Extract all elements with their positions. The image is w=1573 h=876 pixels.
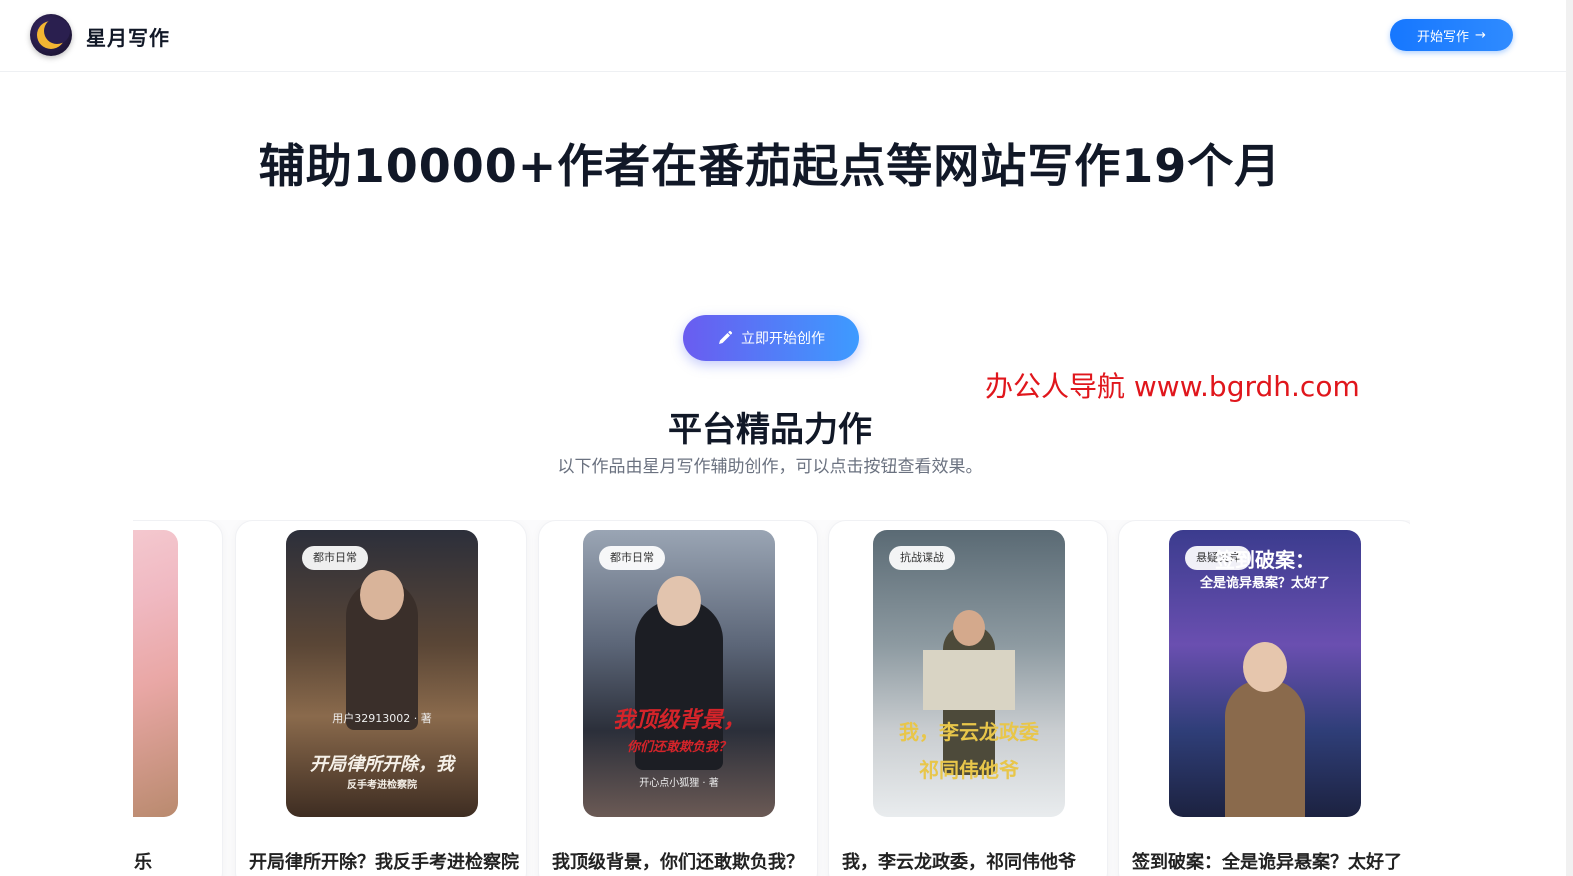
cover-subtitle: 祁同伟他爷	[919, 758, 1019, 782]
work-title: 我顶级背景，你们还敢欺负我？	[552, 852, 804, 873]
brand-logo-icon[interactable]	[30, 14, 72, 56]
cover-title: 我顶级背景，	[612, 708, 745, 733]
work-card[interactable]: 都市日常 我顶级背景， 你们还敢欺负我？ 开心点小狐狸 · 著 我顶级背景，你们…	[538, 520, 818, 876]
watermark-text: 办公人导航 www.bgrdh.com	[985, 370, 1360, 403]
start-writing-button[interactable]: 开始写作 →	[1390, 19, 1513, 51]
genre-tag: 都市日常	[302, 546, 368, 570]
work-title: 我，李云龙政委，祁同伟他爷	[842, 852, 1076, 873]
start-creating-label: 立即开始创作	[741, 331, 825, 347]
cover-title: 开局律所开除，我	[310, 754, 454, 775]
start-creating-button[interactable]: 立即开始创作	[683, 315, 859, 361]
brand-name[interactable]: 星月写作	[86, 22, 170, 51]
section-subtitle: 以下作品由星月写作辅助创作，可以点击按钮查看效果。	[557, 457, 983, 477]
cover-author: 用户32913002 · 著	[332, 712, 432, 725]
book-cover-image	[133, 530, 178, 817]
pencil-icon	[719, 330, 733, 344]
page-scrollbar[interactable]	[1566, 0, 1573, 876]
book-cover-image: 抗战谍战 我，李云龙政委 祁同伟他爷	[873, 530, 1065, 817]
genre-tag: 抗战谍战	[889, 546, 955, 570]
work-card[interactable]: 悬疑灵异 签到破案： 全是诡异悬案？太好了 签到破案：全是诡异悬案？太好了	[1118, 520, 1410, 876]
arrow-right-icon: →	[1475, 27, 1486, 43]
section-title: 平台精品力作	[668, 410, 872, 450]
cover-title: 签到破案：	[1215, 548, 1315, 572]
hero-title: 辅助10000+作者在番茄起点等网站写作19个月	[258, 139, 1282, 193]
work-title: 乐	[134, 852, 152, 873]
top-navbar: 星月写作 开始写作 →	[0, 0, 1573, 72]
work-card[interactable]: 都市日常 用户32913002 · 著 开局律所开除，我 反手考进检察院 开局律…	[235, 520, 527, 876]
book-cover-image: 悬疑灵异 签到破案： 全是诡异悬案？太好了	[1169, 530, 1361, 817]
cover-subtitle: 你们还敢欺负我？	[626, 740, 731, 755]
works-carousel[interactable]: 乐 都市日常 用户32913002 · 著 开局律所开除，我 反手考进检察院 开…	[133, 520, 1410, 876]
cover-subtitle: 反手考进检察院	[347, 780, 417, 791]
work-title: 开局律所开除？我反手考进检察院	[249, 852, 519, 873]
cover-subtitle: 全是诡异悬案？太好了	[1199, 576, 1330, 591]
start-writing-label: 开始写作	[1417, 29, 1470, 45]
genre-tag: 都市日常	[599, 546, 665, 570]
cover-title: 我，李云龙政委	[899, 720, 1039, 744]
work-card[interactable]: 乐	[133, 520, 223, 876]
work-title: 签到破案：全是诡异悬案？太好了	[1132, 852, 1402, 873]
book-cover-image: 都市日常 用户32913002 · 著 开局律所开除，我 反手考进检察院	[286, 530, 478, 817]
cover-author: 开心点小狐狸 · 著	[639, 778, 719, 789]
work-card[interactable]: 抗战谍战 我，李云龙政委 祁同伟他爷 我，李云龙政委，祁同伟他爷	[828, 520, 1108, 876]
book-cover-image: 都市日常 我顶级背景， 你们还敢欺负我？ 开心点小狐狸 · 著	[583, 530, 775, 817]
